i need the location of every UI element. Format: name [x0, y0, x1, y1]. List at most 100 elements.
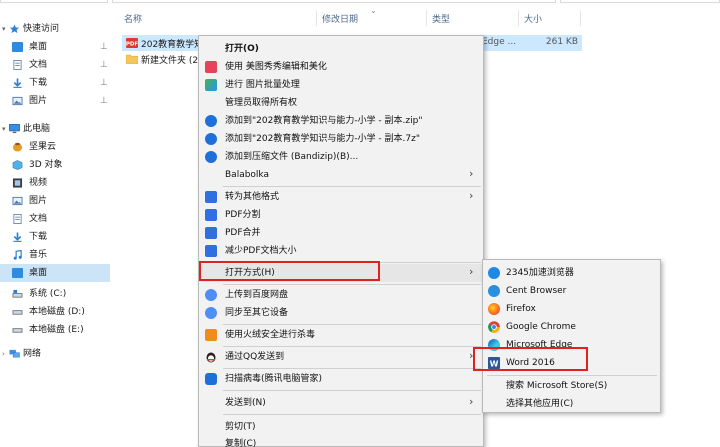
navigation-pane: ▾ 快速访问 桌面 ⊥ 文档 ⊥ 下载 ⊥ 图片 ⊥ ▾ 此电脑 坚果云 3D … — [0, 20, 110, 447]
nav-quick-access[interactable]: ▾ 快速访问 — [0, 20, 110, 38]
nav-item-nutstore[interactable]: 坚果云 — [0, 138, 110, 156]
column-header-name[interactable]: 名称 — [124, 12, 142, 25]
nav-item-label: 文档 — [29, 60, 48, 70]
menu-item-label: Balabolka — [225, 170, 269, 180]
submenu-item-label: 2345加速浏览器 — [506, 268, 574, 278]
column-divider[interactable] — [580, 10, 581, 26]
svg-text:PDF: PDF — [126, 42, 138, 48]
menu-item-send-qq[interactable]: 通过QQ发送到 › — [199, 348, 483, 366]
nav-item-drive-c[interactable]: 系统 (C:) — [0, 285, 110, 303]
firefox-icon — [488, 303, 500, 315]
nav-item-label: 快速访问 — [23, 24, 60, 34]
folder-blue-icon — [12, 268, 23, 278]
nav-item-label: 坚果云 — [29, 142, 57, 152]
menu-item-tencent-scan[interactable]: 扫描病毒(腾讯电脑管家) — [199, 370, 483, 388]
column-divider[interactable] — [316, 10, 317, 26]
context-menu: 打开(O) 使用 美图秀秀编辑和美化 进行 图片批量处理 管理员取得所有权 添加… — [198, 35, 484, 447]
menu-item-balabolka[interactable]: Balabolka › — [199, 166, 483, 184]
folder-icon — [126, 54, 138, 64]
menu-item-batch-image[interactable]: 进行 图片批量处理 — [199, 76, 483, 94]
column-header-date[interactable]: 修改日期 — [322, 12, 358, 25]
menu-item-label: 通过QQ发送到 — [225, 352, 285, 362]
menu-separator — [223, 186, 481, 187]
menu-item-add-7z[interactable]: 添加到"202教育教学知识与能力-小学 - 副本.7z" — [199, 130, 483, 148]
menu-item-copy[interactable]: 复制(C) — [199, 435, 483, 447]
baidu-netdisk-icon — [205, 289, 217, 301]
menu-item-pdf-compress[interactable]: 减少PDF文档大小 — [199, 242, 483, 260]
menu-item-convert-format[interactable]: 转为其他格式 › — [199, 188, 483, 206]
nav-item-drive-d[interactable]: 本地磁盘 (D:) — [0, 303, 110, 321]
drive-icon — [12, 310, 23, 315]
menu-item-open[interactable]: 打开(O) — [199, 40, 483, 58]
column-header-size[interactable]: 大小 — [524, 12, 542, 25]
bandizip-icon — [205, 115, 217, 127]
open-with-other-app[interactable]: 选择其他应用(C) — [483, 395, 660, 413]
nav-item-label: 视频 — [29, 178, 48, 188]
pdf-file-icon: PDF — [126, 38, 138, 48]
baidu-sync-icon — [205, 307, 217, 319]
menu-item-label: 使用火绒安全进行杀毒 — [225, 330, 316, 340]
open-with-store[interactable]: 搜索 Microsoft Store(S) — [483, 377, 660, 395]
menu-item-label: 打开(O) — [225, 44, 259, 54]
menu-item-send-to[interactable]: 发送到(N) › — [199, 394, 483, 412]
nav-item-pictures[interactable]: 图片 ⊥ — [0, 92, 110, 110]
column-divider[interactable] — [518, 10, 519, 26]
expand-chevron-icon[interactable]: ▾ — [2, 124, 6, 134]
open-with-2345[interactable]: 2345加速浏览器 — [483, 264, 660, 282]
nav-item-pictures-pc[interactable]: 图片 — [0, 192, 110, 210]
menu-separator — [223, 390, 481, 391]
video-icon — [12, 178, 23, 188]
nav-this-pc[interactable]: ▾ 此电脑 — [0, 120, 110, 138]
open-with-chrome[interactable]: Google Chrome — [483, 318, 660, 336]
nav-item-desktop-pc[interactable]: 桌面 — [0, 264, 110, 282]
column-divider[interactable] — [426, 10, 427, 26]
menu-separator — [487, 375, 657, 376]
open-with-firefox[interactable]: Firefox — [483, 300, 660, 318]
system-drive-icon — [12, 289, 23, 298]
nav-item-downloads[interactable]: 下载 ⊥ — [0, 74, 110, 92]
expand-chevron-icon[interactable]: › — [2, 349, 5, 359]
menu-item-add-zip[interactable]: 添加到"202教育教学知识与能力-小学 - 副本.zip" — [199, 112, 483, 130]
menu-item-huorong-scan[interactable]: 使用火绒安全进行杀毒 — [199, 326, 483, 344]
menu-item-add-archive[interactable]: 添加到压缩文件 (Bandizip)(B)... — [199, 148, 483, 166]
menu-item-pdf-merge[interactable]: PDF合并 — [199, 224, 483, 242]
nav-network[interactable]: › 网络 — [0, 345, 110, 363]
menu-item-label: 转为其他格式 — [225, 192, 280, 202]
menu-item-label: 同步至其它设备 — [225, 308, 289, 318]
column-header-type[interactable]: 类型 — [432, 12, 450, 25]
menu-item-baidu-sync[interactable]: 同步至其它设备 — [199, 304, 483, 322]
nav-item-videos[interactable]: 视频 — [0, 174, 110, 192]
submenu-item-label: 选择其他应用(C) — [506, 399, 574, 409]
nav-item-3d-objects[interactable]: 3D 对象 — [0, 156, 110, 174]
address-bar-edge — [0, 0, 108, 3]
nav-item-documents-pc[interactable]: 文档 — [0, 210, 110, 228]
nav-item-label: 图片 — [29, 196, 48, 206]
pin-icon: ⊥ — [100, 42, 108, 52]
nav-item-label: 3D 对象 — [29, 160, 63, 170]
submenu-arrow-icon: › — [469, 189, 474, 202]
nav-item-drive-e[interactable]: 本地磁盘 (E:) — [0, 321, 110, 339]
menu-item-pdf-split[interactable]: PDF分割 — [199, 206, 483, 224]
menu-item-meitu[interactable]: 使用 美图秀秀编辑和美化 — [199, 58, 483, 76]
nav-item-music[interactable]: 音乐 — [0, 246, 110, 264]
menu-separator — [223, 346, 481, 347]
pictures-icon — [12, 196, 23, 206]
address-bar-edge — [112, 0, 556, 3]
menu-item-take-ownership[interactable]: 管理员取得所有权 — [199, 94, 483, 112]
column-header-row: 名称 ⌄ 修改日期 类型 大小 — [110, 6, 720, 28]
nav-item-label: 图片 — [29, 96, 48, 106]
menu-item-label: 减少PDF文档大小 — [225, 246, 297, 256]
menu-item-baidu-upload[interactable]: 上传到百度网盘 — [199, 286, 483, 304]
nav-item-downloads-pc[interactable]: 下载 — [0, 228, 110, 246]
nav-item-label: 音乐 — [29, 250, 48, 260]
download-arrow-icon — [13, 78, 22, 88]
menu-item-label: 添加到压缩文件 (Bandizip)(B)... — [225, 152, 359, 162]
pdf-merge-icon — [205, 227, 217, 239]
menu-item-cut[interactable]: 剪切(T) — [199, 418, 483, 436]
open-with-cent-browser[interactable]: Cent Browser — [483, 282, 660, 300]
nav-item-desktop[interactable]: 桌面 ⊥ — [0, 38, 110, 56]
nav-item-documents[interactable]: 文档 ⊥ — [0, 56, 110, 74]
convert-format-icon — [205, 191, 217, 203]
submenu-arrow-icon: › — [469, 265, 474, 278]
expand-chevron-icon[interactable]: ▾ — [2, 24, 6, 34]
